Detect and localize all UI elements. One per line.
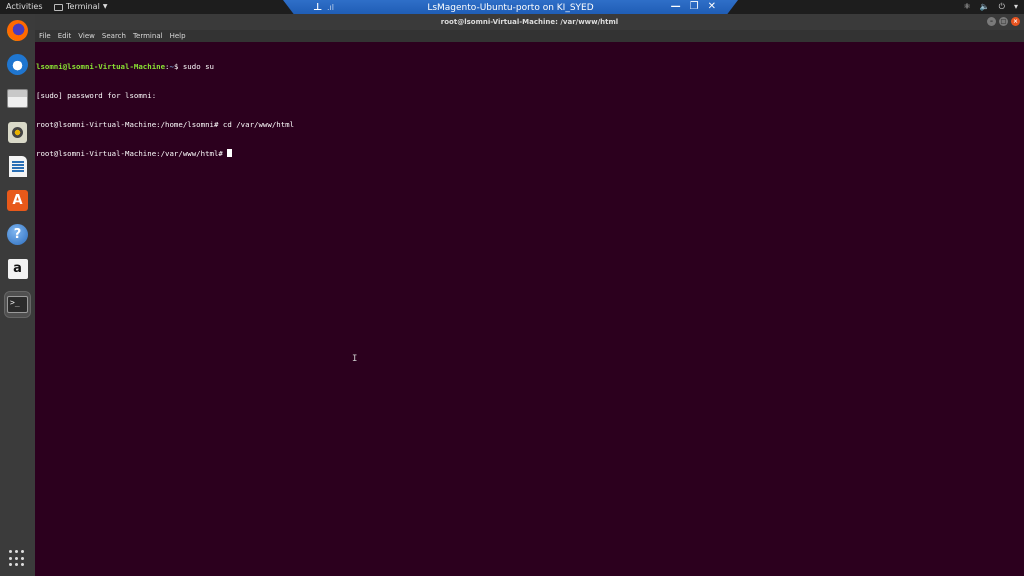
dock-firefox[interactable]	[5, 18, 30, 43]
menu-terminal[interactable]: Terminal	[133, 30, 163, 42]
terminal-output[interactable]: lsomni@lsomni-Virtual-Machine:~$ sudo su…	[35, 42, 1024, 576]
terminal-line: [sudo] password for lsomni:	[36, 90, 157, 100]
amazon-icon: a	[7, 258, 28, 279]
prompt-user: lsomni@lsomni-Virtual-Machine	[36, 62, 166, 72]
caret-down-icon: ▼	[102, 3, 108, 10]
minimize-window-icon[interactable]: –	[987, 17, 996, 26]
activities-button[interactable]: Activities	[6, 0, 43, 14]
network-icon[interactable]: ⚛	[964, 0, 971, 14]
caret-down-icon[interactable]: ▾	[1014, 0, 1018, 14]
command-text: $ sudo su	[173, 62, 214, 72]
menu-help[interactable]: Help	[170, 30, 186, 42]
restore-icon[interactable]: ❐	[690, 1, 699, 12]
dock-software[interactable]: A	[5, 188, 30, 213]
dock-writer[interactable]	[5, 154, 30, 179]
app-menu-label: Terminal	[66, 2, 100, 11]
window-title: root@lsomni-Virtual-Machine: /var/www/ht…	[440, 18, 619, 26]
dock: A ? a >_	[0, 14, 35, 576]
software-icon: A	[7, 190, 28, 211]
thunderbird-icon	[7, 54, 28, 75]
root-prompt: root@lsomni-Virtual-Machine:/var/www/htm…	[36, 148, 228, 158]
system-tray[interactable]: ⚛ 🔈 ⏻ ▾	[964, 0, 1018, 14]
menu-view[interactable]: View	[78, 30, 95, 42]
dock-amazon[interactable]: a	[5, 256, 30, 281]
files-icon	[7, 89, 28, 108]
terminal-line: root@lsomni-Virtual-Machine:/var/www/htm…	[36, 148, 1024, 159]
text-cursor	[227, 148, 233, 157]
terminal-line: root@lsomni-Virtual-Machine:/home/lsomni…	[36, 119, 295, 129]
dock-files[interactable]	[5, 86, 30, 111]
terminal-icon: >_	[7, 296, 28, 313]
firefox-icon	[7, 20, 28, 41]
menu-search[interactable]: Search	[102, 30, 126, 42]
window-titlebar[interactable]: root@lsomni-Virtual-Machine: /var/www/ht…	[35, 14, 1024, 30]
menu-file[interactable]: File	[39, 30, 51, 42]
app-menu-terminal[interactable]: Terminal ▼	[54, 0, 107, 14]
writer-icon	[8, 156, 27, 177]
minimize-icon[interactable]: —	[671, 1, 681, 12]
terminal-mini-icon	[54, 3, 63, 11]
show-applications-icon[interactable]	[9, 550, 26, 567]
maximize-window-icon[interactable]: □	[999, 17, 1008, 26]
close-icon[interactable]: ✕	[708, 1, 716, 12]
dock-terminal[interactable]: >_	[4, 291, 31, 318]
rhythmbox-icon	[8, 122, 27, 143]
dock-rhythmbox[interactable]	[5, 120, 30, 145]
menu-bar: File Edit View Search Terminal Help	[35, 30, 1024, 42]
dock-thunderbird[interactable]	[5, 52, 30, 77]
close-window-icon[interactable]: ×	[1011, 17, 1020, 26]
help-icon: ?	[7, 224, 28, 245]
volume-icon[interactable]: 🔈	[980, 0, 990, 14]
terminal-line: lsomni@lsomni-Virtual-Machine:~$ sudo su	[36, 62, 1024, 72]
menu-edit[interactable]: Edit	[58, 30, 72, 42]
dock-help[interactable]: ?	[5, 222, 30, 247]
power-icon[interactable]: ⏻	[999, 0, 1005, 14]
mouse-ibeam-cursor: I	[352, 354, 358, 364]
